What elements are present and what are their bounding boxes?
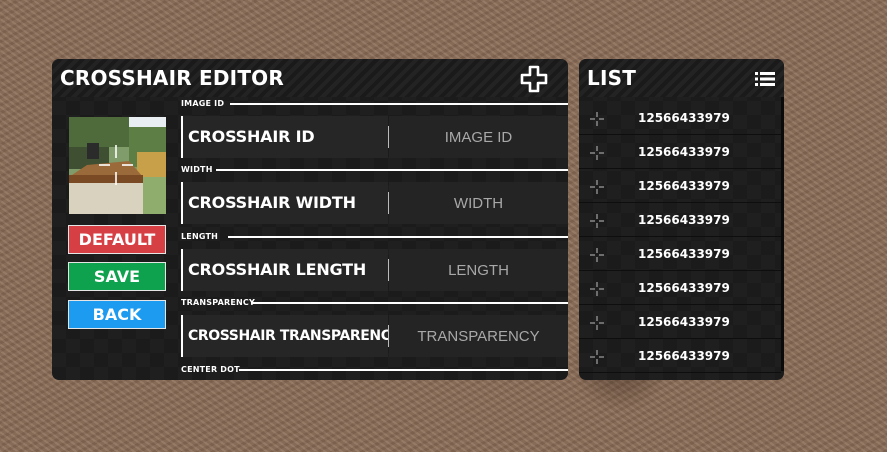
section-label-center-dot: CENTER DOT [181, 365, 240, 374]
save-button[interactable]: SAVE [68, 262, 166, 291]
crosshair-list: 12566433979 12566433979 12566433979 1256643… [579, 97, 781, 373]
section-label-transparency: TRANSPARENCY [181, 298, 255, 307]
list-item[interactable]: 12566433979 [579, 102, 781, 135]
crosshair-editor-panel: CROSSHAIR EDITOR DEFAULT SAVE BACK IMAGE… [52, 59, 568, 380]
section-divider [230, 103, 568, 105]
list-item[interactable]: 12566433979 [579, 306, 781, 339]
crosshair-icon [590, 316, 604, 330]
crosshair-transparency-label: CROSSHAIR TRANSPARENCY [181, 315, 401, 357]
crosshair-transparency-row: CROSSHAIR TRANSPARENCY [181, 315, 568, 357]
list-title: LIST [587, 66, 637, 90]
crosshair-width-label: CROSSHAIR WIDTH [181, 182, 388, 224]
section-divider [251, 302, 568, 304]
default-button[interactable]: DEFAULT [68, 225, 166, 254]
list-item[interactable]: 12566433979 [579, 136, 781, 169]
crosshair-icon [590, 180, 604, 194]
list-scrollbar[interactable] [781, 97, 784, 371]
crosshair-length-label: CROSSHAIR LENGTH [181, 249, 388, 291]
crosshair-list-panel: LIST 12566433979 12566433979 12566433979 12… [579, 59, 784, 380]
crosshair-id-label: CROSSHAIR ID [181, 116, 388, 158]
list-item[interactable]: 12566433979 [579, 238, 781, 271]
section-label-length: LENGTH [181, 232, 219, 241]
list-item[interactable]: 12566433979 [579, 272, 781, 305]
add-crosshair-icon[interactable] [520, 65, 548, 93]
image-id-input[interactable] [389, 116, 568, 158]
section-label-image-id: IMAGE ID [181, 99, 225, 108]
transparency-input[interactable] [389, 315, 568, 357]
list-item-image-id: 12566433979 [638, 111, 730, 125]
list-item-image-id: 12566433979 [638, 281, 730, 295]
crosshair-icon [590, 214, 604, 228]
crosshair-icon [590, 350, 604, 364]
list-header: LIST [579, 59, 784, 97]
crosshair-preview [69, 117, 166, 214]
list-item-image-id: 12566433979 [638, 179, 730, 193]
editor-header: CROSSHAIR EDITOR [52, 59, 568, 97]
preview-scene-image [69, 117, 166, 214]
width-input[interactable] [389, 182, 568, 224]
section-divider [228, 236, 568, 238]
list-item-image-id: 12566433979 [638, 213, 730, 227]
section-divider [239, 369, 568, 371]
crosshair-icon [590, 146, 604, 160]
list-item-image-id: 12566433979 [638, 247, 730, 261]
editor-title: CROSSHAIR EDITOR [60, 66, 284, 90]
section-divider [216, 169, 568, 171]
list-menu-icon[interactable] [755, 71, 775, 87]
crosshair-length-row: CROSSHAIR LENGTH [181, 249, 568, 291]
crosshair-icon [590, 112, 604, 126]
crosshair-id-row: CROSSHAIR ID [181, 116, 568, 158]
crosshair-icon [590, 282, 604, 296]
list-item[interactable]: 12566433979 [579, 340, 781, 373]
length-input[interactable] [389, 249, 568, 291]
list-item[interactable]: 12566433979 [579, 204, 781, 237]
list-item-image-id: 12566433979 [638, 349, 730, 363]
list-item-image-id: 12566433979 [638, 315, 730, 329]
section-label-width: WIDTH [181, 165, 213, 174]
crosshair-icon [590, 248, 604, 262]
list-item-image-id: 12566433979 [638, 145, 730, 159]
crosshair-width-row: CROSSHAIR WIDTH [181, 182, 568, 224]
list-item[interactable]: 12566433979 [579, 170, 781, 203]
back-button[interactable]: BACK [68, 300, 166, 329]
